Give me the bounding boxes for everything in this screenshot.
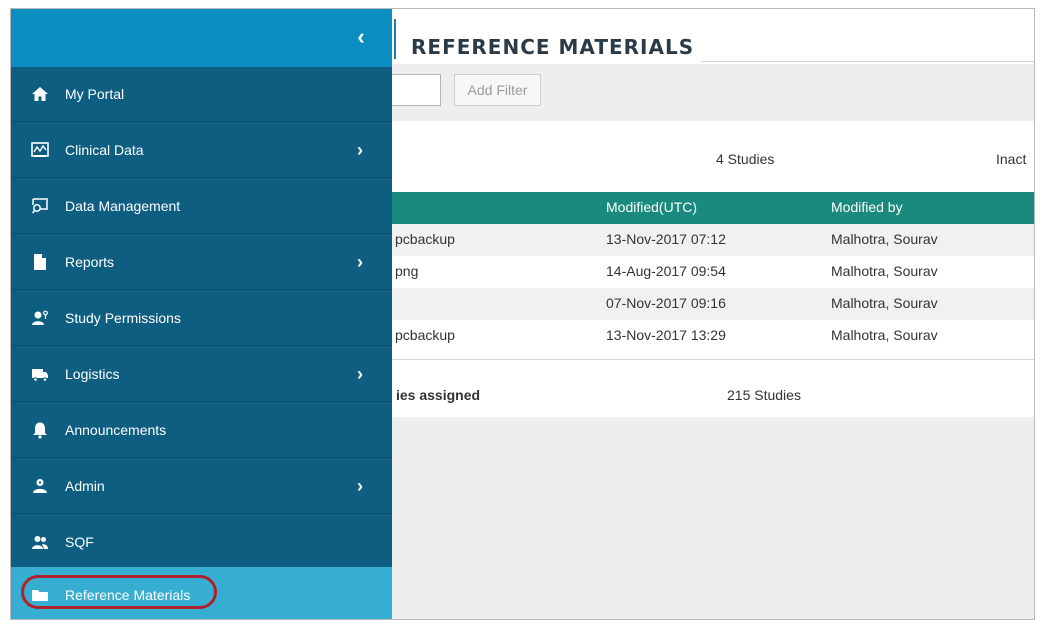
cell-name: png: [395, 263, 419, 279]
cell-modified: 13-Nov-2017 07:12: [606, 231, 726, 247]
sidebar-item-label: SQF: [65, 534, 94, 550]
sidebar-item-my-portal[interactable]: My Portal: [11, 67, 392, 122]
inactive-label: Inact: [996, 151, 1027, 167]
search-monitor-icon: [31, 197, 49, 215]
chart-monitor-icon: [31, 141, 49, 159]
sidebar-item-admin[interactable]: Admin ›: [11, 459, 392, 514]
cell-modified-by: Malhotra, Sourav: [831, 295, 938, 311]
assigned-count: 215 Studies: [727, 387, 801, 403]
table-row[interactable]: pcbackup 13-Nov-2017 07:12 Malhotra, Sou…: [381, 224, 1034, 256]
chevron-right-icon[interactable]: ›: [357, 476, 363, 497]
cell-name: pcbackup: [395, 231, 455, 247]
page-title: REFERENCE MATERIALS: [411, 35, 695, 59]
bell-icon: [31, 421, 49, 439]
app-window: REFERENCE MATERIALS Add Filter 4 Studies…: [10, 8, 1035, 620]
sidebar-item-data-management[interactable]: Data Management: [11, 179, 392, 234]
chevron-right-icon[interactable]: ›: [357, 252, 363, 273]
table-row[interactable]: png 14-Aug-2017 09:54 Malhotra, Sourav: [381, 256, 1034, 288]
cell-modified-by: Malhotra, Sourav: [831, 231, 938, 247]
sidebar-item-label: Announcements: [65, 422, 167, 438]
chevron-right-icon[interactable]: ›: [357, 364, 363, 385]
studies-count: 4 Studies: [716, 151, 775, 167]
sidebar-item-study-permissions[interactable]: Study Permissions: [11, 291, 392, 346]
sidebar-item-logistics[interactable]: Logistics ›: [11, 347, 392, 402]
cell-modified: 14-Aug-2017 09:54: [606, 263, 726, 279]
sidebar-item-label: Data Management: [65, 198, 181, 214]
document-icon: [31, 253, 49, 271]
sidebar-item-label: Logistics: [65, 366, 120, 382]
cell-name: pcbackup: [395, 327, 455, 343]
user-gear-icon: [31, 477, 49, 495]
sidebar-item-announcements[interactable]: Announcements: [11, 403, 392, 458]
cell-modified-by: Malhotra, Sourav: [831, 263, 938, 279]
title-underline: [701, 61, 1034, 62]
cell-modified: 07-Nov-2017 09:16: [606, 295, 726, 311]
sidebar-item-label: Clinical Data: [65, 142, 144, 158]
cell-modified-by: Malhotra, Sourav: [831, 327, 938, 343]
sidebar-item-clinical-data[interactable]: Clinical Data ›: [11, 123, 392, 178]
sidebar-header: ‹: [11, 9, 392, 67]
table-divider: [381, 359, 1034, 360]
table-row[interactable]: 07-Nov-2017 09:16 Malhotra, Sourav: [381, 288, 1034, 320]
table-row[interactable]: pcbackup 13-Nov-2017 13:29 Malhotra, Sou…: [381, 320, 1034, 352]
sidebar-item-label: Reports: [65, 254, 115, 270]
home-icon: [31, 85, 49, 103]
truck-icon: [31, 365, 49, 383]
chevron-left-icon[interactable]: ‹: [346, 19, 376, 55]
assigned-label: ies assigned: [396, 387, 481, 403]
highlight-annotation: [21, 575, 217, 609]
sidebar-item-reports[interactable]: Reports ›: [11, 235, 392, 290]
table-header: [381, 192, 1034, 224]
chevron-right-icon[interactable]: ›: [357, 140, 363, 161]
column-header-modified[interactable]: Modified(UTC): [606, 199, 697, 215]
user-key-icon: [31, 309, 49, 327]
sidebar-item-label: My Portal: [65, 86, 125, 102]
cell-modified: 13-Nov-2017 13:29: [606, 327, 726, 343]
add-filter-button[interactable]: Add Filter: [454, 74, 541, 106]
title-separator: [394, 19, 396, 59]
sidebar-item-label: Study Permissions: [65, 310, 181, 326]
sidebar: ‹ My Portal Clinical Data › Data Managem…: [11, 9, 392, 619]
sidebar-item-label: Admin: [65, 478, 105, 494]
sidebar-item-sqf[interactable]: SQF: [11, 515, 392, 570]
column-header-modified-by[interactable]: Modified by: [831, 199, 903, 215]
users-icon: [31, 533, 49, 551]
